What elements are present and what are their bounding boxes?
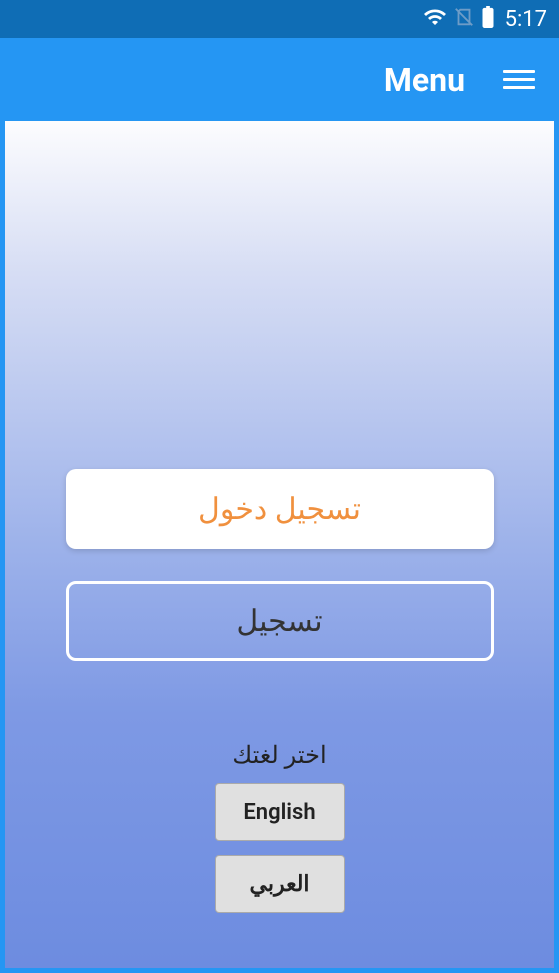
no-sim-icon: [453, 6, 475, 32]
english-language-button[interactable]: English: [215, 783, 345, 841]
buttons-container: تسجيل دخول تسجيل اختر لغتك English العرب…: [15, 121, 544, 913]
status-bar: 5:17: [0, 0, 559, 38]
app-bar: Menu: [0, 38, 559, 121]
language-label: اختر لغتك: [232, 741, 326, 769]
hamburger-menu-icon[interactable]: [503, 70, 535, 89]
register-button[interactable]: تسجيل: [66, 581, 494, 661]
wifi-icon: [423, 5, 447, 33]
app-title: Menu: [384, 61, 465, 99]
language-section: اختر لغتك English العربي: [215, 741, 345, 913]
battery-icon: [481, 6, 495, 32]
login-button[interactable]: تسجيل دخول: [66, 469, 494, 549]
status-time: 5:17: [505, 7, 547, 32]
arabic-language-button[interactable]: العربي: [215, 855, 345, 913]
main-content: تسجيل دخول تسجيل اختر لغتك English العرب…: [0, 121, 559, 973]
